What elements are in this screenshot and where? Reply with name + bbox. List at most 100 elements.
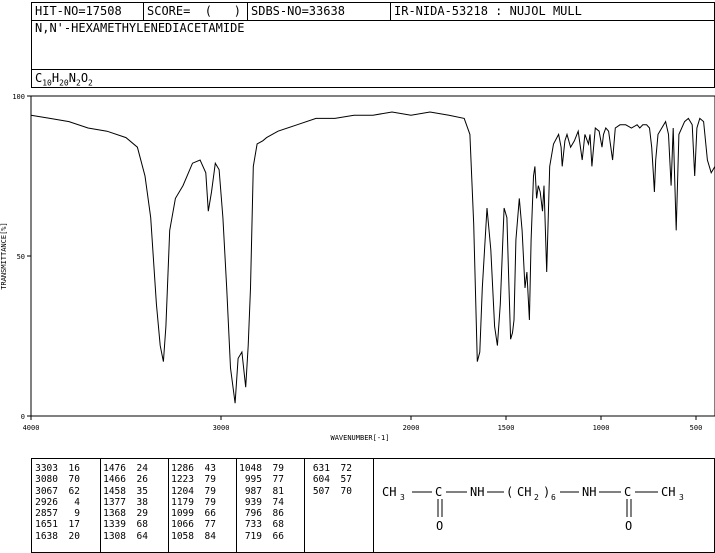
peak-column-divider [168,459,169,552]
peak-wavenumber: 1466 [103,474,126,486]
peak-wavenumber: 1099 [171,508,194,520]
structure-carbonyl-c-left: C [435,485,442,499]
y-tick-label: 50 [17,253,25,261]
peak-row: 1368 29 [102,508,148,519]
peak-transmittance: 79 [204,496,216,508]
peak-transmittance: 20 [68,530,80,542]
peak-row: 939 74 [238,497,284,508]
peak-wavenumber: 1223 [171,474,194,486]
peak-wavenumber: 1368 [103,508,126,520]
peak-row: 1179 79 [170,497,216,508]
peak-column-divider [304,459,305,552]
peak-row: 2926 4 [34,497,80,508]
peak-row: 1223 79 [170,474,216,485]
x-tick-label: 4000 [23,424,40,432]
y-axis-label: TRANSMITTANCE[%] [0,222,8,289]
peak-wavenumber: 1476 [103,463,126,474]
peak-transmittance: 79 [204,485,216,497]
peak-row: 1286 43 [170,463,216,474]
structure-ch3-right: CH [661,485,675,499]
peak-row: 987 81 [238,486,284,497]
peak-wavenumber: 2857 [35,508,58,520]
peak-row: 1308 64 [102,531,148,542]
structure-ch2: CH [517,485,531,499]
peak-transmittance: 26 [136,474,148,486]
peak-transmittance: 81 [272,485,284,497]
peak-column: 1048 79 995 77 987 81 939 74 796 86 733 68 719 66 [238,463,284,542]
peak-column: 3303 16 3080 70 3067 62 2926 4 2857 9 1651 17 1638 20 [34,463,80,542]
peak-transmittance: 9 [74,508,80,520]
peak-transmittance: 74 [272,496,284,508]
structure-sub3-left: 3 [400,493,405,502]
peak-row: 733 68 [238,519,284,530]
structure-oxygen-right: O [625,519,632,533]
peak-row: 631 72 [306,463,352,474]
peak-wavenumber: 1066 [171,519,194,531]
peak-wavenumber: 1048 [239,463,262,474]
peak-transmittance: 62 [68,485,80,497]
peak-row: 3080 70 [34,474,80,485]
peak-column-divider [236,459,237,552]
chemical-structure: CH 3 C NH ( CH 2 ) 6 NH C CH 3 O O [382,485,684,533]
structure-nh-left: NH [470,485,484,499]
peak-row: 1204 79 [170,486,216,497]
peak-row: 995 77 [238,474,284,485]
structure-sub2: 2 [534,493,539,502]
peak-row: 1638 20 [34,531,80,542]
structure-ch3-left: CH [382,485,396,499]
peak-table-panel: 3303 16 3080 70 3067 62 2926 4 2857 9 1651 17 1638 20… [31,458,715,553]
peak-wavenumber: 796 [244,508,262,520]
peak-column-divider [100,459,101,552]
peak-row: 719 66 [238,531,284,542]
ir-spectrum-chart: 0 50 100 4000 3000 2000 1500 1000 500 TRANSMITT… [0,93,715,442]
peak-transmittance: 66 [204,508,216,520]
peak-row: 604 57 [306,474,352,485]
x-tick-label: 1500 [498,424,515,432]
peak-row: 1066 77 [170,519,216,530]
peak-transmittance: 68 [272,519,284,531]
structure-nh-right: NH [582,485,596,499]
structure-sub6: 6 [551,493,556,502]
peak-transmittance: 70 [340,485,352,497]
peak-transmittance: 86 [272,508,284,520]
peak-transmittance: 35 [136,485,148,497]
y-tick-label: 100 [12,93,25,101]
peak-transmittance: 79 [272,463,284,474]
peak-wavenumber: 2926 [35,496,58,508]
peak-row: 1099 66 [170,508,216,519]
x-tick-label: 1000 [593,424,610,432]
y-tick-label: 0 [21,413,25,421]
structure-carbonyl-c-right: C [624,485,631,499]
structure-sub3-right: 3 [679,493,684,502]
peak-wavenumber: 1377 [103,496,126,508]
peak-row: 1339 68 [102,519,148,530]
peak-transmittance: 29 [136,508,148,520]
peak-transmittance: 24 [136,463,148,474]
peak-wavenumber: 995 [244,474,262,486]
structure-lparen: ( [506,485,513,499]
peak-transmittance: 57 [340,474,352,486]
peak-transmittance: 16 [68,463,80,474]
peak-row: 1651 17 [34,519,80,530]
peak-wavenumber: 733 [244,519,262,531]
x-tick-label: 3000 [213,424,230,432]
peak-row: 1466 26 [102,474,148,485]
peak-wavenumber: 3303 [35,463,58,474]
peak-transmittance: 38 [136,496,148,508]
peak-wavenumber: 939 [244,496,262,508]
peak-wavenumber: 3080 [35,474,58,486]
peak-column: 1286 43 1223 79 1204 79 1179 79 1099 66 1066 77 1058… [170,463,216,542]
x-axis-label: WAVENUMBER[-1] [330,434,389,442]
peak-wavenumber: 1651 [35,519,58,531]
peak-wavenumber: 1058 [171,530,194,542]
peak-wavenumber: 719 [244,530,262,542]
peak-transmittance: 79 [204,474,216,486]
peak-wavenumber: 1458 [103,485,126,497]
peak-row: 3303 16 [34,463,80,474]
peak-transmittance: 72 [340,463,352,474]
peak-transmittance: 68 [136,519,148,531]
peak-wavenumber: 1638 [35,530,58,542]
peak-transmittance: 66 [272,530,284,542]
peak-transmittance: 77 [272,474,284,486]
structure-oxygen-left: O [436,519,443,533]
